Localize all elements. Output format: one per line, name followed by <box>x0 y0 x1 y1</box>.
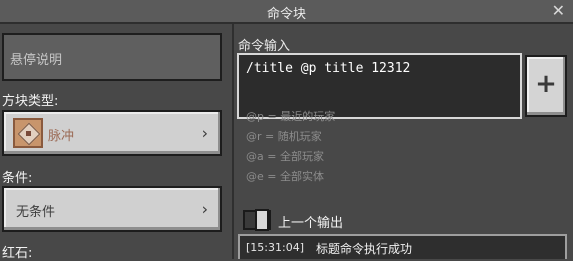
right-panel: 命令输入 /title @p title 12312 + @p = 最近的玩家 … <box>234 24 573 259</box>
condition-label: 条件: <box>2 171 33 186</box>
block-type-value: 脉冲 <box>48 129 75 144</box>
chevron-right-icon: › <box>201 199 208 219</box>
toggle-knob <box>255 209 269 231</box>
selector-hint: @p = 最近的玩家 <box>246 110 336 123</box>
command-text: /title @p title 12312 <box>246 61 411 76</box>
left-panel: 悬停说明 方块类型: 脉冲 › 条件: 无条件 › 红石: <box>0 24 234 261</box>
previous-output-toggle[interactable] <box>243 209 271 231</box>
window-title: 命令块 <box>266 7 306 22</box>
chevron-right-icon: › <box>201 123 208 143</box>
title-bar: 命令块 ✕ <box>0 0 573 24</box>
selector-hint: @r = 随机玩家 <box>246 130 322 143</box>
output-timestamp: [15:31:04] <box>246 241 304 254</box>
previous-output-box: [15:31:04] 标题命令执行成功 <box>238 234 567 259</box>
previous-output-label: 上一个输出 <box>278 216 344 231</box>
command-input-label: 命令输入 <box>238 39 291 54</box>
close-icon[interactable]: ✕ <box>552 2 565 20</box>
plus-icon: + <box>535 69 557 99</box>
hover-note-placeholder: 悬停说明 <box>10 53 63 68</box>
output-message: 标题命令执行成功 <box>316 242 413 256</box>
selector-hint: @e = 全部实体 <box>246 170 324 183</box>
impulse-block-icon <box>13 118 43 148</box>
condition-dropdown[interactable]: 无条件 › <box>2 186 222 232</box>
add-button[interactable]: + <box>525 55 567 117</box>
block-type-dropdown[interactable]: 脉冲 › <box>2 110 222 156</box>
redstone-label: 红石: <box>2 246 33 261</box>
condition-value: 无条件 <box>16 205 56 220</box>
hover-note-input[interactable]: 悬停说明 <box>2 33 222 81</box>
block-type-label: 方块类型: <box>2 94 59 109</box>
selector-hint: @a = 全部玩家 <box>246 150 324 163</box>
